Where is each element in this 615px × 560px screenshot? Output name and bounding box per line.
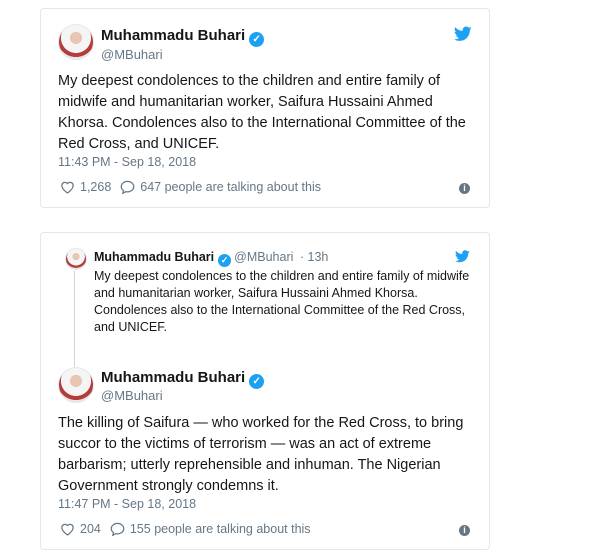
twitter-bird-icon[interactable] — [455, 250, 470, 263]
tweet-actions: 1,268 647 people are talking about this — [60, 180, 330, 194]
like-count: 204 — [80, 522, 101, 536]
talking-count: 647 people are talking about this — [140, 180, 321, 194]
quote-text: My deepest condolences to the children a… — [94, 269, 470, 334]
tweet-actions: 204 155 people are talking about this — [60, 522, 320, 536]
quote-thread-line — [74, 271, 75, 371]
verified-badge-icon: ✓ — [218, 254, 232, 267]
tweet-card-2[interactable]: Muhammadu Buhari ✓ @MBuhari · 13h My deepe… — [40, 232, 490, 550]
author-avatar[interactable] — [58, 367, 94, 403]
quote-author-name: Muhammadu Buhari — [94, 250, 215, 264]
reply-action[interactable]: 647 people are talking about this — [120, 180, 321, 194]
quote-author-handle: @MBuhari — [234, 250, 294, 264]
tweet-timestamp[interactable]: 11:43 PM - Sep 18, 2018 — [58, 155, 196, 169]
quote-age[interactable]: · 13h — [300, 250, 329, 264]
author-handle[interactable]: @MBuhari — [101, 47, 163, 62]
author-name-text: Muhammadu Buhari — [101, 27, 246, 44]
tweet-card-1[interactable]: Muhammadu Buhari ✓ @MBuhari My deepest co… — [40, 8, 490, 208]
verified-badge-icon: ✓ — [249, 32, 265, 47]
heart-icon — [61, 181, 74, 194]
info-icon[interactable]: i — [459, 183, 470, 194]
twitter-bird-icon[interactable] — [454, 26, 472, 42]
info-icon[interactable]: i — [459, 525, 470, 536]
like-count: 1,268 — [80, 180, 112, 194]
heart-icon — [61, 523, 74, 536]
author-name-text: Muhammadu Buhari — [101, 369, 246, 386]
speech-bubble-icon — [110, 522, 125, 536]
tweet-text: The killing of Saifura — who worked for … — [58, 415, 464, 494]
like-action[interactable]: 204 — [60, 522, 101, 536]
like-action[interactable]: 1,268 — [60, 180, 111, 194]
author-avatar[interactable] — [58, 24, 94, 60]
author-name[interactable]: Muhammadu Buhari ✓ — [101, 369, 265, 389]
talking-count: 155 people are talking about this — [129, 522, 311, 536]
author-handle[interactable]: @MBuhari — [101, 388, 163, 403]
speech-bubble-icon — [120, 180, 135, 194]
author-name[interactable]: Muhammadu Buhari ✓ — [101, 27, 265, 47]
tweet-text: My deepest condolences to the children a… — [58, 73, 466, 152]
verified-badge-icon: ✓ — [249, 374, 265, 389]
quote-author-avatar[interactable] — [65, 248, 87, 270]
reply-action[interactable]: 155 people are talking about this — [110, 522, 311, 536]
quote-author-line[interactable]: Muhammadu Buhari ✓ @MBuhari · 13h — [94, 250, 328, 267]
tweet-timestamp[interactable]: 11:47 PM - Sep 18, 2018 — [58, 497, 196, 511]
